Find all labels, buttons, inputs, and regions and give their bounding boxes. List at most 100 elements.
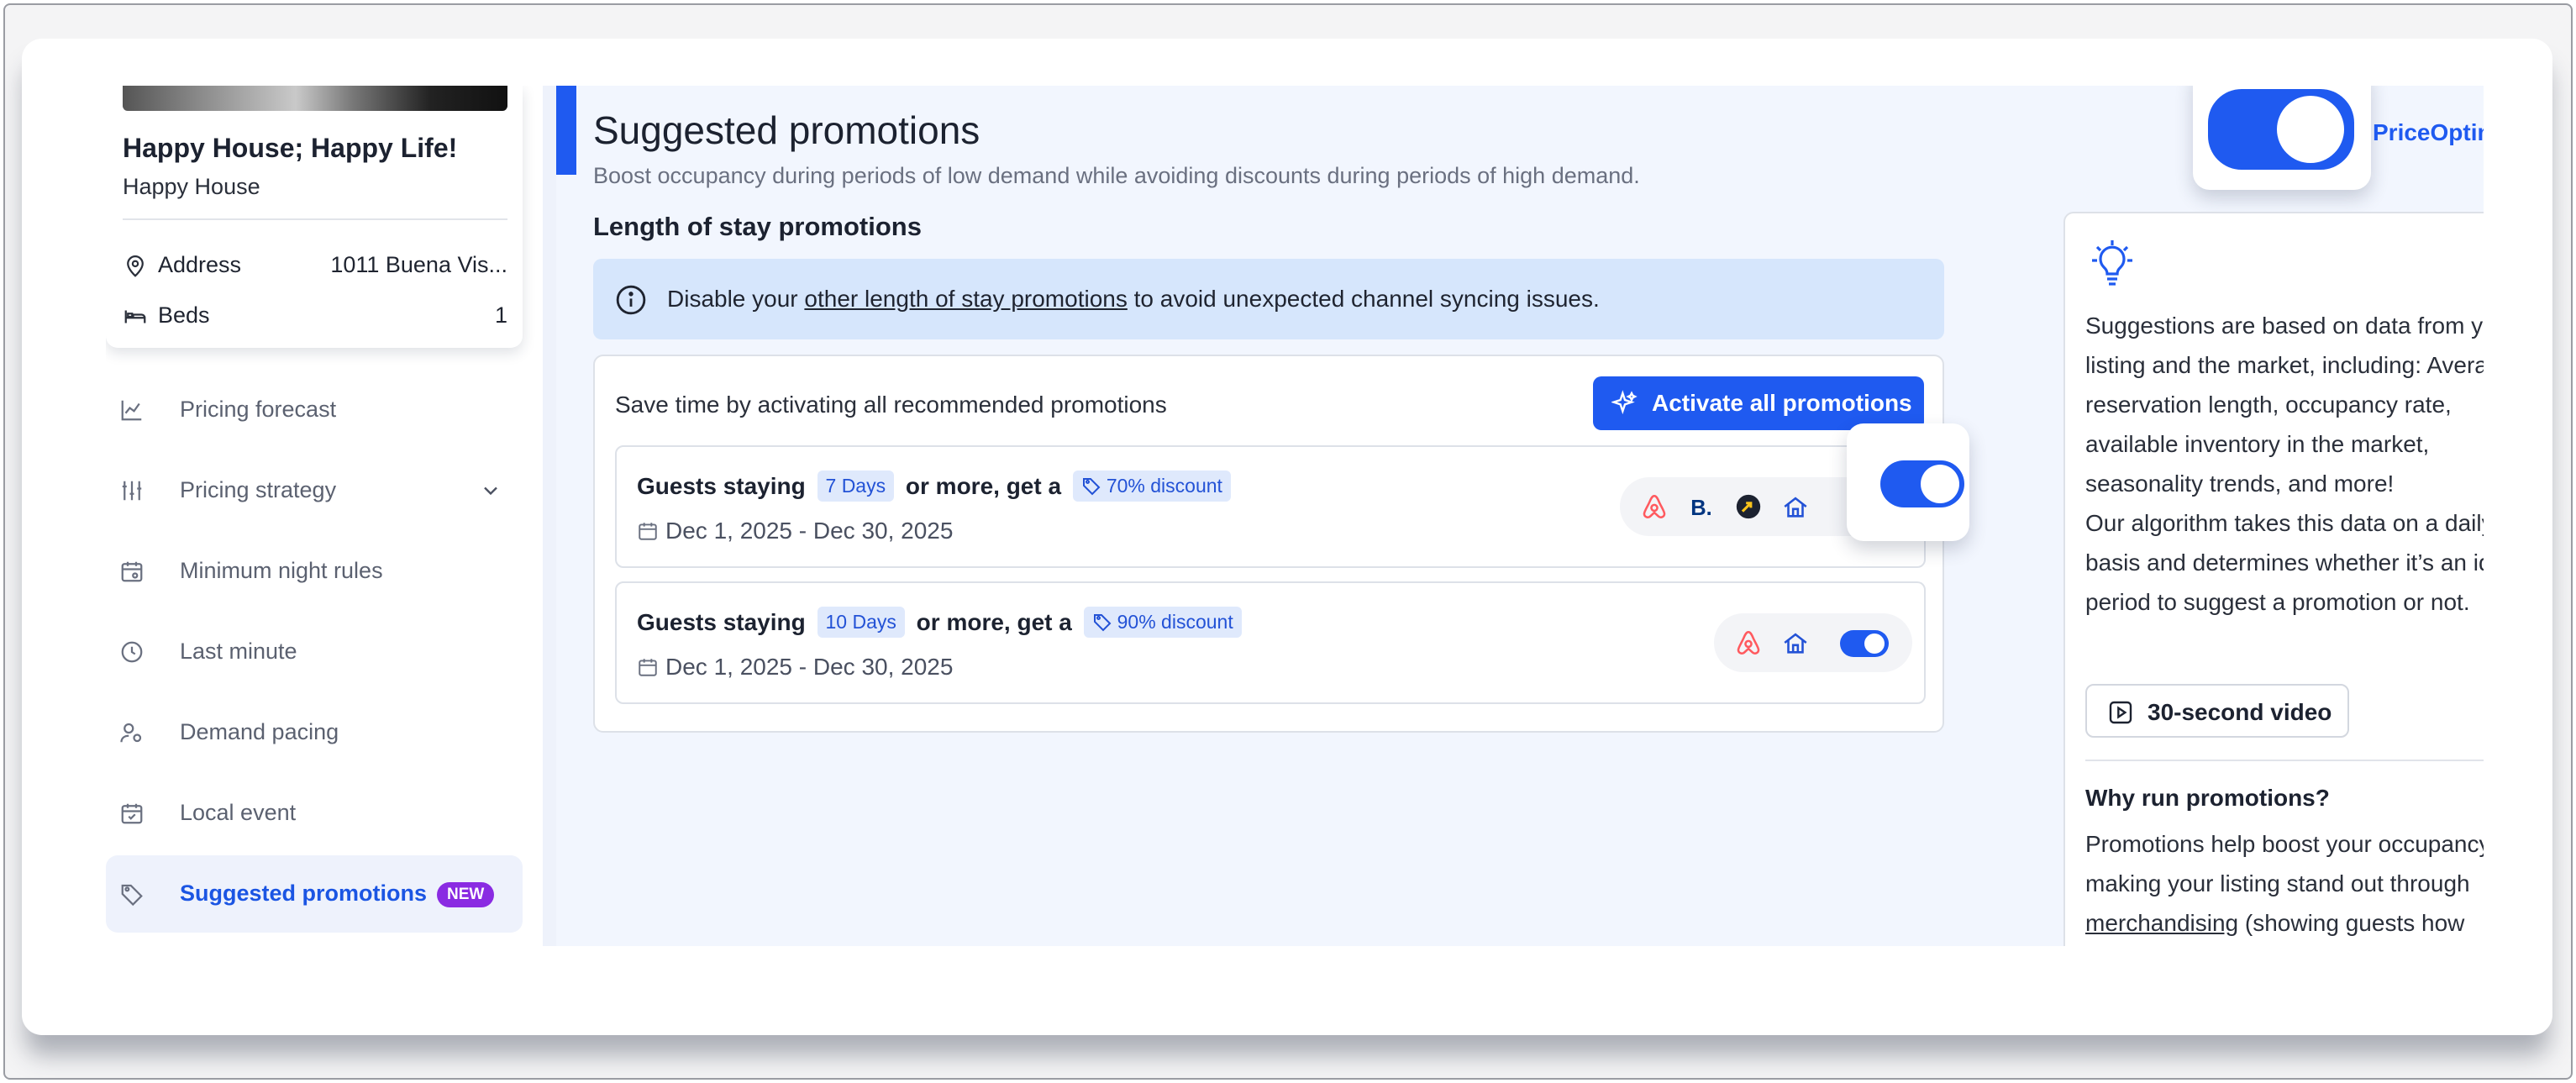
why-suffix: (showing guests how (2238, 910, 2465, 936)
sidebar-item-local-event[interactable]: Local event (106, 775, 523, 852)
sidebar-item-last-minute[interactable]: Last minute (106, 613, 523, 691)
property-title: Happy House; Happy Life! (123, 133, 458, 163)
bed-icon (124, 310, 146, 323)
sidebar-item-label: Pricing strategy (180, 477, 337, 502)
sidebar-item-minimum-night-rules[interactable]: Minimum night rules (106, 533, 523, 610)
property-address-row: Address 1011 Buena Vis... (123, 250, 507, 284)
lightbulb-icon (2092, 240, 2132, 286)
video-button[interactable]: 30-second video (2085, 684, 2349, 738)
sidebar-item-pricing-strategy[interactable]: Pricing strategy (106, 452, 523, 529)
tag-icon (1093, 614, 1112, 632)
promotion-row: Guests staying 7 Days or more, get a 70%… (615, 423, 1969, 568)
promotion-toggle-popout (1847, 423, 1969, 541)
suggestions-description: Suggestions are based on data from your … (2085, 313, 2484, 497)
channel-list (1714, 613, 1912, 672)
calendar-icon (639, 523, 657, 540)
booking-icon: B. (1690, 497, 1712, 520)
sidebar-item-pricing-forecast[interactable]: Pricing forecast (106, 371, 523, 449)
beds-value: 1 (494, 302, 507, 328)
promotions-box: Save time by activating all recommended … (593, 355, 1969, 733)
promotion-toggle[interactable] (1840, 630, 1889, 657)
user-gear-icon (120, 723, 142, 743)
toggle-knob (1864, 634, 1885, 654)
sidebar-item-demand-pacing[interactable]: Demand pacing (106, 694, 523, 771)
app-frame: Happy House; Happy Life! Happy House Add… (3, 3, 2573, 1080)
discount-chip: 70% discount (1072, 471, 1231, 502)
sparkle-icon (1611, 390, 1638, 415)
promotion-dates: Dec 1, 2025 - Dec 30, 2025 (637, 518, 953, 544)
map-pin-icon (127, 255, 144, 277)
activate-all-label: Activate all promotions (1652, 390, 1912, 416)
main-content: Suggested promotions Boost occupancy dur… (556, 86, 2484, 946)
sidebar-item-label: Demand pacing (180, 719, 339, 744)
chart-line-icon (121, 400, 142, 421)
play-icon (2109, 701, 2132, 724)
toggle-knob (1921, 465, 1959, 503)
property-photo (123, 86, 507, 111)
days-chip: 10 Days (817, 607, 905, 638)
address-label: Address (158, 252, 242, 277)
property-beds-row: Beds 1 (123, 301, 507, 334)
algorithm-description: Our algorithm takes this data on a daily… (2085, 510, 2484, 615)
active-indicator (556, 86, 576, 175)
sliders-icon (122, 481, 142, 501)
section-title: Length of stay promotions (593, 212, 922, 241)
promo-prefix: Guests staying (637, 472, 806, 499)
divider (123, 218, 507, 220)
promotion-toggle[interactable] (1880, 460, 1964, 507)
sidebar-item-label: Local event (180, 800, 297, 825)
property-card[interactable]: Happy House; Happy Life! Happy House Add… (106, 86, 523, 348)
activate-all-promotions-button[interactable]: Activate all promotions (1593, 376, 1924, 430)
date-range: Dec 1, 2025 - Dec 30, 2025 (665, 654, 954, 680)
video-button-label: 30-second video (2148, 699, 2332, 725)
other-promotions-link[interactable]: other length of stay promotions (804, 286, 1127, 312)
sidebar-item-label: Minimum night rules (180, 558, 383, 583)
date-range: Dec 1, 2025 - Dec 30, 2025 (665, 518, 954, 544)
promotion-dates: Dec 1, 2025 - Dec 30, 2025 (637, 654, 953, 681)
toggle-knob (2277, 96, 2344, 163)
promo-prefix: Guests staying (637, 608, 806, 635)
airbnb-icon (1737, 630, 1760, 655)
price-optimizer-label: PriceOptimizer on (2373, 119, 2484, 145)
page-title: Suggested promotions (593, 108, 980, 152)
promotion-row: Guests staying 10 Days or more, get a 90… (615, 581, 1926, 704)
tag-icon (121, 884, 143, 907)
sidebar: Happy House; Happy Life! Happy House Add… (106, 86, 543, 946)
viewport: Happy House; Happy Life! Happy House Add… (106, 86, 2484, 946)
optimizer-toggle-popout (2193, 86, 2371, 190)
chevron-down-icon[interactable] (479, 479, 502, 502)
expedia-icon (1736, 494, 1761, 519)
clock-icon (121, 641, 143, 663)
promotion-summary: Guests staying 7 Days or more, get a 70%… (637, 471, 1236, 506)
page-subtitle: Boost occupancy during periods of low de… (593, 163, 1640, 188)
calendar-icon (639, 659, 657, 676)
calendar-check-icon (121, 803, 143, 824)
alert-text: Disable your other length of stay promot… (667, 286, 1600, 313)
info-alert: Disable your other length of stay promot… (593, 259, 1944, 339)
address-value: 1011 Buena Vis... (330, 252, 507, 277)
property-subtitle: Happy House (123, 174, 260, 199)
why-promotions-text: Promotions help boost your occupancy by … (2085, 824, 2484, 943)
sidebar-item-label: Pricing forecast (180, 397, 337, 422)
why-promotions-title: Why run promotions? (2085, 785, 2330, 811)
alert-suffix: to avoid unexpected channel syncing issu… (1127, 286, 1600, 312)
sidebar-item-suggested-promotions[interactable]: Suggested promotions NEW (106, 855, 523, 933)
promotion-summary: Guests staying 10 Days or more, get a 90… (637, 607, 1247, 642)
price-optimizer-toggle[interactable] (2208, 89, 2354, 170)
beds-label: Beds (158, 302, 210, 328)
discount-value: 70% discount (1106, 475, 1222, 497)
promotions-lead-text: Save time by activating all recommended … (615, 392, 1167, 418)
airbnb-icon (1643, 494, 1666, 518)
promo-middle: or more, get a (905, 472, 1062, 499)
new-badge: NEW (437, 882, 495, 907)
sidebar-item-label: Suggested promotions (180, 881, 428, 906)
promo-middle: or more, get a (916, 608, 1072, 635)
sidebar-divider (543, 86, 556, 946)
info-icon (616, 285, 646, 315)
alert-prefix: Disable your (667, 286, 805, 312)
days-chip: 7 Days (817, 471, 895, 502)
vrbo-icon (1784, 633, 1807, 654)
svg-text:B.: B. (1690, 497, 1712, 520)
discount-value: 90% discount (1117, 611, 1233, 633)
merchandising-link[interactable]: merchandising (2085, 910, 2238, 936)
